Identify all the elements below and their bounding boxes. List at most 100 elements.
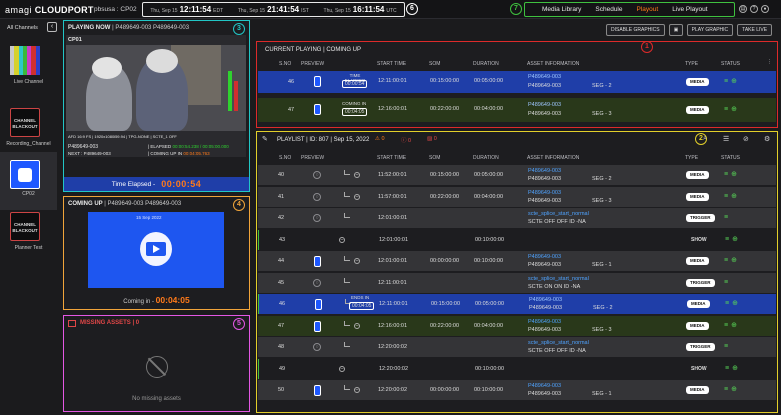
row-asset-link[interactable]: scte_splice_start_normal bbox=[528, 211, 589, 217]
list-icon[interactable]: ≡ bbox=[725, 300, 729, 307]
preview-thumbnail[interactable] bbox=[314, 385, 321, 396]
preview-thumbnail[interactable] bbox=[314, 76, 321, 87]
current-row-46[interactable]: 46 TIME ELAPSED 00:00:54 12:11:00:01 00:… bbox=[258, 71, 776, 93]
playlist-row[interactable]: 45 ○ 12:11:00:01 scte_splice_start_normal SC… bbox=[258, 272, 776, 293]
user-icon[interactable]: ● bbox=[761, 5, 769, 13]
list-icon[interactable]: ≡ bbox=[724, 171, 728, 178]
tab-playout[interactable]: Playout bbox=[632, 3, 664, 16]
check-circle-icon: ⊕ bbox=[731, 321, 737, 329]
preview-thumbnail[interactable] bbox=[314, 320, 321, 332]
check-circle-icon: ⊕ bbox=[732, 300, 738, 307]
filter-list-icon[interactable]: ☰ bbox=[723, 135, 729, 143]
live-video-preview[interactable]: CP01 AFD 16:9 FS | 1920x1080i59.94 | TPG… bbox=[66, 35, 246, 157]
collapse-icon[interactable]: – bbox=[339, 365, 345, 372]
coming-up-panel: COMING UP | P489649-003 P489649-003 4 15… bbox=[63, 196, 250, 310]
row-asset-detail: SCTE OFF OFF ID -NA bbox=[528, 219, 586, 225]
list-icon[interactable]: ≡ bbox=[724, 106, 728, 113]
row-asset-link[interactable]: P489649-003 bbox=[528, 254, 561, 260]
row-asset-link[interactable]: P489649-003 bbox=[529, 297, 562, 303]
tab-schedule[interactable]: Schedule bbox=[590, 3, 627, 16]
more-menu-icon[interactable]: ⋮ bbox=[767, 59, 772, 65]
row-asset-link[interactable]: P489649-003 bbox=[528, 168, 561, 174]
channel-label: Recording_Channel bbox=[6, 141, 51, 147]
playlist-row[interactable]: 44 – 12:01:00:01 00:00:00:00 00:10:00:00 P489… bbox=[258, 251, 776, 271]
list-icon[interactable]: ≡ bbox=[724, 322, 728, 329]
col-som: SOM bbox=[429, 61, 441, 67]
playlist-row[interactable]: 46 ENDS IN 00:04:05 12:11:00:01 00:15:00:00 0… bbox=[258, 294, 776, 314]
current-row-47[interactable]: 47 COMING IN 00:04:05 12:16:00:01 00:22:… bbox=[258, 98, 776, 122]
preview-thumbnail[interactable] bbox=[315, 299, 322, 310]
status-icons: ≡ bbox=[724, 214, 728, 221]
preview-thumbnail[interactable] bbox=[314, 104, 321, 115]
status-icons: ≡ bbox=[724, 343, 728, 350]
collapse-icon[interactable]: – bbox=[339, 236, 345, 243]
settings-icon[interactable]: ⚙ bbox=[764, 135, 770, 143]
list-icon[interactable]: ≡ bbox=[724, 257, 728, 264]
list-icon[interactable]: ≡ bbox=[725, 236, 729, 243]
app-logo[interactable]: amagi CLOUDPORT bbox=[5, 5, 94, 15]
row-asset-link[interactable]: P489649-003 bbox=[528, 383, 561, 389]
collapse-icon[interactable]: – bbox=[354, 258, 360, 264]
channel-label: Live Channel bbox=[13, 79, 44, 85]
coming-up-preview[interactable]: 15 Sep 2022 bbox=[88, 212, 224, 288]
playlist-row[interactable]: 49 – 12:20:00:02 00:10:00:00 SHOW ≡ ⊕ bbox=[258, 358, 776, 379]
disable-graphics-button[interactable]: DISABLE GRAPHICS bbox=[606, 24, 665, 36]
channel-blackout-thumbnail: CHANNEL BLACKOUT bbox=[10, 212, 40, 241]
tab-media-library[interactable]: Media Library bbox=[537, 3, 586, 16]
help-icon[interactable]: ? bbox=[750, 5, 758, 13]
row-asset-link[interactable]: scte_splice_start_normal bbox=[528, 340, 589, 346]
row-segment: SEG - 1 bbox=[592, 391, 612, 397]
list-icon[interactable]: ≡ bbox=[724, 279, 728, 286]
top-bar: amagi CLOUDPORT pbsusa : CP02 Thu, Sep 1… bbox=[0, 0, 781, 19]
breadcrumb: pbsusa : CP02 bbox=[94, 6, 137, 13]
type-label: SHOW bbox=[691, 365, 707, 372]
playlist-row[interactable]: 41 ○ – 11:57:00:01 00:22:00:00 00:04:00:00 P48… bbox=[258, 186, 776, 207]
channel-item-live[interactable]: Live Channel bbox=[0, 40, 57, 98]
row-asset-detail: P489649-003 bbox=[528, 197, 562, 204]
preview-thumbnail[interactable] bbox=[314, 256, 321, 267]
graphics-icon-button[interactable]: ▣ bbox=[668, 24, 683, 36]
callout-1: 1 bbox=[641, 41, 653, 53]
row-asset-link[interactable]: P489649-003 bbox=[528, 190, 561, 196]
collapse-icon[interactable]: – bbox=[354, 387, 360, 393]
collapse-icon[interactable]: – bbox=[354, 172, 360, 178]
tab-live-playout[interactable]: Live Playout bbox=[667, 3, 712, 16]
collapse-icon[interactable]: – bbox=[354, 322, 360, 329]
row-som: 00:00:00:00 bbox=[430, 258, 460, 264]
warning-count: ⚠ 0 bbox=[375, 136, 385, 142]
book-icon[interactable]: ▤ bbox=[739, 5, 747, 13]
playlist-row[interactable]: 42 ○ 12:01:00:01 scte_splice_start_normal SC… bbox=[258, 208, 776, 228]
control-buttons: DISABLE GRAPHICS ▣ PLAY GRAPHIC TAKE LIV… bbox=[606, 24, 773, 36]
list-icon[interactable]: ≡ bbox=[724, 386, 728, 393]
collapse-icon[interactable]: – bbox=[354, 193, 360, 200]
check-circle-icon: ⊕ bbox=[731, 78, 737, 85]
channel-item-planner[interactable]: CHANNEL BLACKOUT Planner Test bbox=[0, 206, 57, 264]
row-start-time: 12:20:00:02 bbox=[378, 387, 408, 393]
list-icon[interactable]: ≡ bbox=[725, 365, 729, 372]
row-segment: SEG - 3 bbox=[592, 197, 612, 204]
row-segment: SEG - 2 bbox=[592, 176, 612, 182]
collapse-sidebar-button[interactable]: ‹ bbox=[47, 22, 57, 32]
edit-icon[interactable]: ✎ bbox=[262, 135, 268, 143]
missing-assets-panel: MISSING ASSETS | 0 5 No missing assets bbox=[63, 315, 250, 412]
take-live-button[interactable]: TAKE LIVE bbox=[737, 24, 773, 36]
list-icon[interactable]: ≡ bbox=[724, 78, 728, 85]
hide-icon[interactable]: ⊘ bbox=[743, 135, 749, 143]
row-asset-link[interactable]: scte_splice_start_normal bbox=[528, 276, 589, 282]
child-indent-icon bbox=[344, 385, 350, 390]
playlist-row[interactable]: 48 ○ 12:20:00:02 scte_splice_start_normal SC… bbox=[258, 337, 776, 357]
playlist-row[interactable]: 43 – 12:01:00:01 00:10:00:00 SHOW ≡ ⊕ bbox=[258, 229, 776, 250]
elapsed-readout: | ELAPSED 00:00:54.238 / 00:05:00.000 bbox=[148, 144, 229, 149]
playlist-row[interactable]: 50 – 12:20:00:02 00:00:00:00 00:10:00:00 P489… bbox=[258, 380, 776, 400]
missing-count: ▨ 0 bbox=[427, 136, 437, 142]
list-icon[interactable]: ≡ bbox=[724, 343, 728, 350]
search-icon[interactable]: ⌕ bbox=[703, 135, 707, 143]
row-sno: 48 bbox=[278, 344, 285, 350]
playlist-row[interactable]: 47 – 12:16:00:01 00:22:00:00 00:04:00:00 P489… bbox=[258, 315, 776, 336]
list-icon[interactable]: ≡ bbox=[724, 214, 728, 221]
playlist-row[interactable]: 40 ○ – 11:52:00:01 00:15:00:00 00:05:00:00 P48… bbox=[258, 165, 776, 185]
row-asset-link[interactable]: P489649-003 bbox=[528, 319, 561, 325]
play-graphic-button[interactable]: PLAY GRAPHIC bbox=[686, 24, 734, 36]
list-icon[interactable]: ≡ bbox=[724, 193, 728, 200]
channel-item-cp02[interactable]: CP02 bbox=[0, 152, 57, 210]
